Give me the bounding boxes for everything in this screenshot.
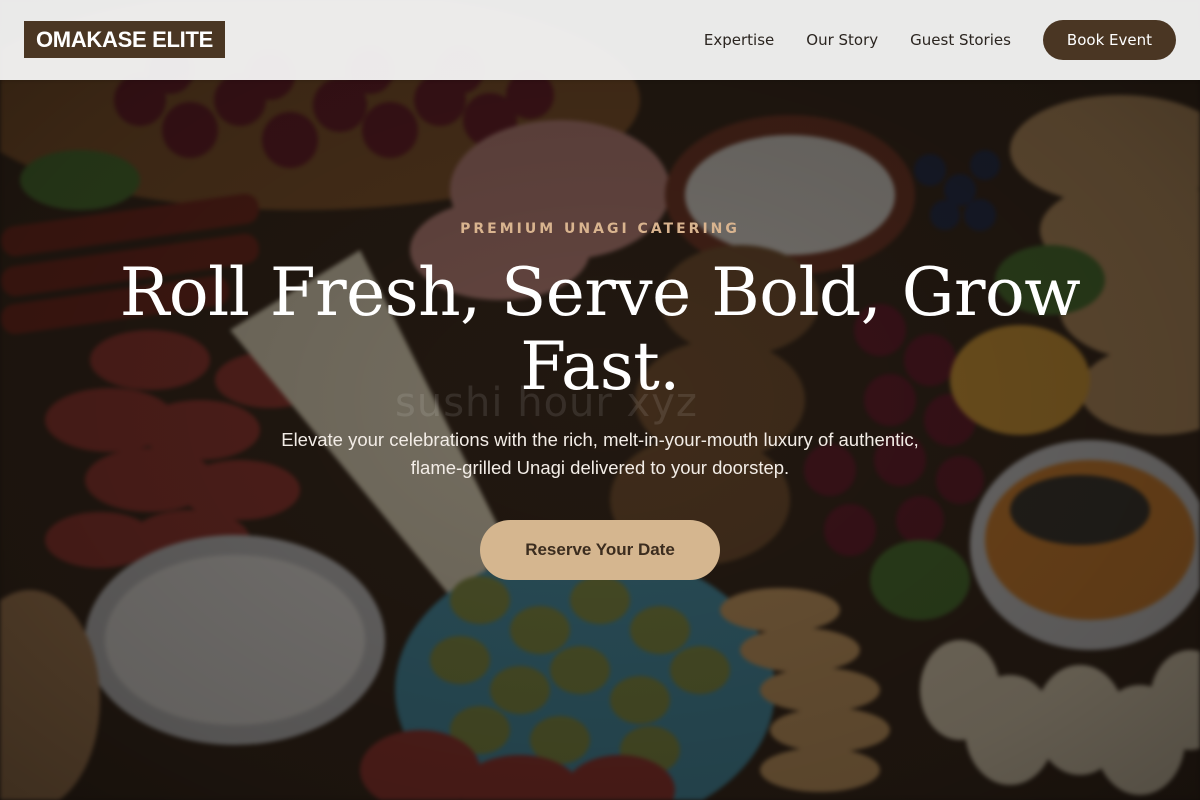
- hero-section: PREMIUM UNAGI CATERING Roll Fresh, Serve…: [0, 80, 1200, 800]
- book-event-button[interactable]: Book Event: [1042, 20, 1176, 60]
- main-nav: Expertise Our Story Guest Stories Book E…: [704, 20, 1176, 60]
- watermark: sushi hour xyz: [395, 380, 698, 426]
- hero-eyebrow: PREMIUM UNAGI CATERING: [460, 221, 740, 237]
- nav-link-expertise[interactable]: Expertise: [704, 31, 774, 49]
- page: OMAKASE ELITE Expertise Our Story Guest …: [0, 0, 1200, 800]
- logo[interactable]: OMAKASE ELITE: [24, 21, 225, 58]
- reserve-date-button[interactable]: Reserve Your Date: [480, 520, 720, 580]
- nav-link-guest-stories[interactable]: Guest Stories: [910, 31, 1011, 49]
- nav-link-our-story[interactable]: Our Story: [806, 31, 878, 49]
- hero-subhead: Elevate your celebrations with the rich,…: [281, 429, 919, 478]
- site-header: OMAKASE ELITE Expertise Our Story Guest …: [0, 0, 1200, 80]
